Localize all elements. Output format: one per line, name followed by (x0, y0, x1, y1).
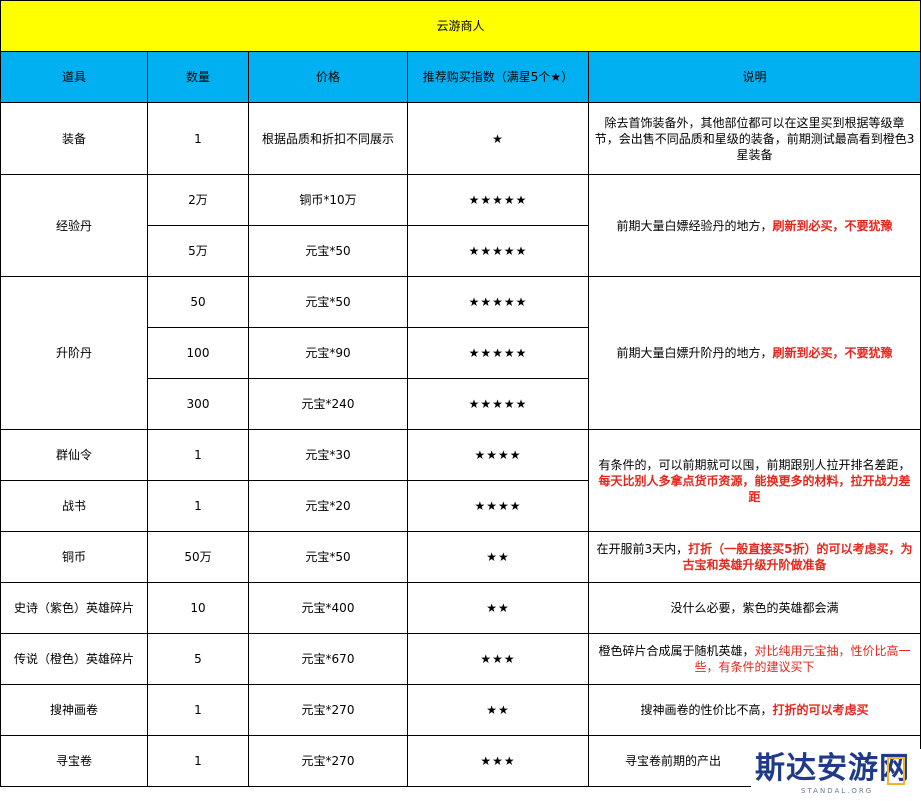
header-item: 道具 (0, 51, 148, 103)
item-stars: ★★★ (407, 633, 589, 685)
item-name: 升阶丹 (0, 276, 148, 430)
item-qty: 5 (147, 633, 249, 685)
note-plain: 前期大量白嫖升阶丹的地方， (616, 346, 773, 360)
item-note: 在开服前3天内，打折（一般直接买5折）的可以考虑买，为古宝和英雄升级升阶做准备 (587, 531, 921, 583)
item-name: 装备 (0, 102, 148, 175)
item-qty: 1 (147, 480, 249, 532)
item-note: 没什么必要，紫色的英雄都会满 (587, 582, 921, 634)
item-price: 元宝*20 (248, 480, 408, 532)
item-stars: ★★★★★ (407, 378, 589, 430)
item-price: 元宝*240 (248, 378, 408, 430)
item-note: 有条件的，可以前期就可以囤，前期跟别人拉开排名差距，每天比别人多拿点货币资源，能… (587, 429, 921, 532)
item-qty: 1 (147, 429, 249, 481)
note-highlight: 打折（一般直接买5折）的可以考虑买，为古宝和英雄升级升阶做准备 (682, 542, 913, 572)
item-stars: ★★ (407, 582, 589, 634)
item-note: 除去首饰装备外，其他部位都可以在这里买到根据等级章节，会出售不同品质和星级的装备… (587, 102, 921, 175)
item-name: 寻宝卷 (0, 735, 148, 787)
item-price: 元宝*50 (248, 276, 408, 328)
item-qty: 10 (147, 582, 249, 634)
header-price: 价格 (248, 51, 408, 103)
item-qty: 50 (147, 276, 249, 328)
table-row: 升阶丹 50 元宝*50 ★★★★★ 前期大量白嫖升阶丹的地方，刷新到必买，不要… (0, 276, 921, 430)
item-name: 搜神画卷 (0, 684, 148, 736)
item-stars: ★ (407, 102, 589, 175)
item-price: 元宝*270 (248, 735, 408, 787)
item-stars: ★★ (407, 531, 589, 583)
item-qty: 300 (147, 378, 249, 430)
item-price: 根据品质和折扣不同展示 (248, 102, 408, 175)
table-row: 装备 1 根据品质和折扣不同展示 ★ 除去首饰装备外，其他部位都可以在这里买到根… (0, 102, 921, 175)
note-plain: 前期大量白嫖经验丹的地方， (616, 218, 773, 233)
table-row: 经验丹 2万 铜币*10万 ★★★★★ 前期大量白嫖经验丹的地方，刷新到必买，不… (0, 174, 921, 277)
table-row: 铜币 50万 元宝*50 ★★ 在开服前3天内，打折（一般直接买5折）的可以考虑… (0, 531, 921, 583)
header-rating: 推荐购买指数（满星5个★） (407, 51, 589, 103)
item-qty: 2万 (147, 174, 249, 226)
item-name: 群仙令 (0, 429, 148, 481)
table-row: 史诗（紫色）英雄碎片 10 元宝*400 ★★ 没什么必要，紫色的英雄都会满 (0, 582, 921, 634)
item-name: 史诗（紫色）英雄碎片 (0, 582, 148, 634)
item-price: 元宝*50 (248, 225, 408, 277)
item-qty: 50万 (147, 531, 249, 583)
item-name: 战书 (0, 480, 148, 532)
item-price: 元宝*50 (248, 531, 408, 583)
item-qty: 100 (147, 327, 249, 379)
item-name: 铜币 (0, 531, 148, 583)
note-highlight: 打折的可以考虑买 (772, 703, 869, 717)
item-qty: 1 (147, 102, 249, 175)
item-stars: ★★★★ (407, 480, 589, 532)
header-qty: 数量 (147, 51, 249, 103)
note-plain: 橙色碎片合成属于随机英雄， (598, 644, 755, 658)
watermark-logo: 斯达安游网 STANDAL.ORG (751, 749, 921, 801)
item-stars: ★★★★ (407, 429, 589, 481)
item-stars: ★★ (407, 684, 589, 736)
item-price: 元宝*90 (248, 327, 408, 379)
note-highlight: 刷新到必买，不要犹豫 (772, 218, 893, 233)
item-qty: 5万 (147, 225, 249, 277)
note-highlight: 每天比别人多拿点货币资源，能换更多的材料，拉开战力差距 (598, 473, 911, 504)
item-stars: ★★★★★ (407, 276, 589, 328)
item-name: 经验丹 (0, 174, 148, 277)
item-stars: ★★★★★ (407, 327, 589, 379)
item-name: 传说（橙色）英雄碎片 (0, 633, 148, 685)
watermark-subtext: STANDAL.ORG (801, 787, 874, 795)
item-stars: ★★★ (407, 735, 589, 787)
item-price: 元宝*270 (248, 684, 408, 736)
note-plain: 在开服前3天内， (596, 542, 689, 556)
title-row: 云游商人 (0, 0, 921, 52)
table-row: 搜神画卷 1 元宝*270 ★★ 搜神画卷的性价比不高，打折的可以考虑买 (0, 684, 921, 736)
item-price: 元宝*400 (248, 582, 408, 634)
item-note: 前期大量白嫖升阶丹的地方，刷新到必买，不要犹豫 (587, 276, 921, 430)
note-highlight: 刷新到必买，不要犹豫 (772, 346, 893, 360)
item-stars: ★★★★★ (407, 225, 589, 277)
header-note: 说明 (587, 51, 921, 103)
header-row: 道具 数量 价格 推荐购买指数（满星5个★） 说明 (0, 51, 921, 103)
item-qty: 1 (147, 735, 249, 787)
table-title: 云游商人 (0, 0, 921, 52)
item-qty: 1 (147, 684, 249, 736)
item-note: 橙色碎片合成属于随机英雄，对比纯用元宝抽，性价比高一些，有条件的建议买下 (587, 633, 921, 685)
item-price: 元宝*30 (248, 429, 408, 481)
item-price: 铜币*10万 (248, 174, 408, 226)
item-note: 搜神画卷的性价比不高，打折的可以考虑买 (587, 684, 921, 736)
item-stars: ★★★★★ (407, 174, 589, 226)
table-row: 群仙令 1 元宝*30 ★★★★ 有条件的，可以前期就可以囤，前期跟别人拉开排名… (0, 429, 921, 532)
merchant-table: 云游商人 道具 数量 价格 推荐购买指数（满星5个★） 说明 装备 1 根据品质… (0, 0, 921, 787)
watermark-frame-icon (887, 757, 905, 785)
note-plain: 有条件的，可以前期就可以囤，前期跟别人拉开排名差距， (598, 457, 911, 472)
item-note: 前期大量白嫖经验丹的地方，刷新到必买，不要犹豫 (587, 174, 921, 277)
table-row: 传说（橙色）英雄碎片 5 元宝*670 ★★★ 橙色碎片合成属于随机英雄，对比纯… (0, 633, 921, 685)
note-plain: 搜神画卷的性价比不高， (640, 703, 773, 717)
item-price: 元宝*670 (248, 633, 408, 685)
